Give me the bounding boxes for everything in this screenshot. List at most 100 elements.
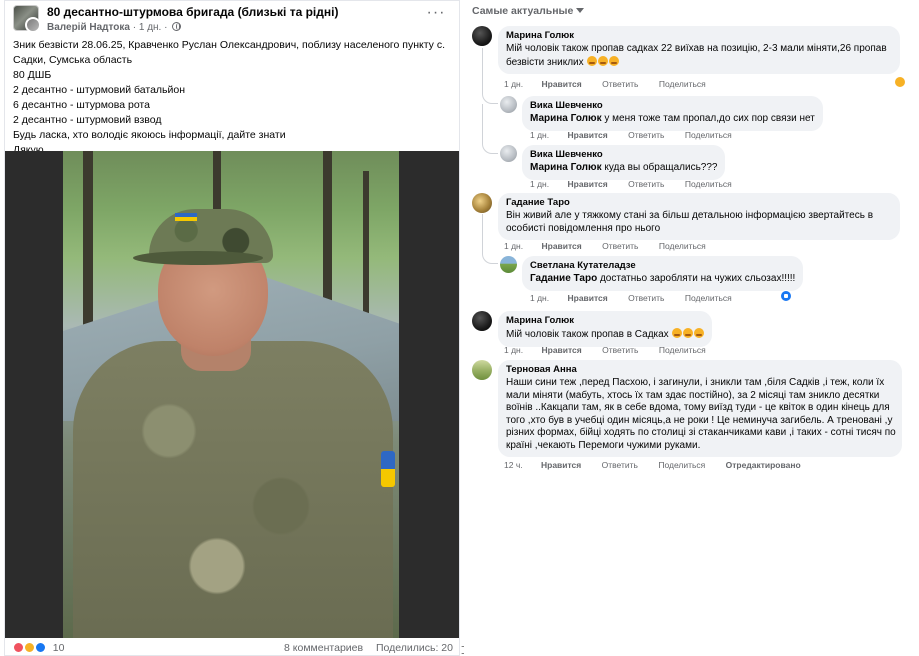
like-button[interactable]: Нравится [541,79,581,89]
share-button[interactable]: Поделиться [685,179,732,189]
comment-time[interactable]: 12 ч. [504,460,523,470]
share-button[interactable]: Поделиться [659,345,706,355]
share-button[interactable]: Поделиться [658,460,705,470]
like-button[interactable]: Нравится [567,130,607,140]
comment-bubble: Вика Шевченко Марина Голюк у меня тоже т… [522,96,823,131]
like-button[interactable]: Нравится [541,241,581,251]
comment-reply: Светлана Кутателадзе Гадание Таро достат… [500,256,900,306]
reply-connector [482,214,498,264]
reply-button[interactable]: Ответить [628,130,664,140]
avatar[interactable] [472,360,492,380]
haha-reaction-icon[interactable] [894,76,906,88]
like-button[interactable]: Нравится [567,293,607,303]
post-text: Зник безвісти 28.06.25, Кравченко Руслан… [13,38,453,158]
comment-time[interactable]: 1 дн. [504,241,523,251]
post-card: 80 десантно-штурмова бригада (близькі та… [4,0,460,656]
comment-text-line: країні ,чекають Перемоги чужими руками. [506,439,701,451]
avatar[interactable] [472,193,492,213]
like-reaction-icon [34,642,46,653]
mention-link[interactable]: Марина Голюк [530,113,602,124]
reactions-summary[interactable]: 10 [13,642,64,654]
comment-time[interactable]: 1 дн. [504,79,523,89]
crying-emoji-icon [683,328,694,338]
comment-author[interactable]: Гадание Таро [506,197,892,208]
comment: Гадание Таро Він живий але у тяжкому ста… [472,193,912,255]
share-button[interactable]: Поделиться [685,293,732,303]
comment-text-line: воїнів ..Какцапи там, як в себе вдома, т… [506,402,890,413]
comment-author[interactable]: Марина Голюк [506,315,704,326]
comment-author[interactable]: Вика Шевченко [530,100,815,111]
post-footer: 10 8 комментариев Поделились: 20 [5,639,459,656]
group-avatar[interactable] [13,5,41,33]
comment-actions: 1 дн. Нравится Ответить Поделиться [530,179,750,189]
reply-button[interactable]: Ответить [602,460,638,470]
reply-connector [482,48,498,104]
reply-button[interactable]: Ответить [628,293,664,303]
mention-link[interactable]: Марина Голюк [530,162,602,173]
avatar[interactable] [500,145,517,162]
shares-count-link[interactable]: Поделились: 20 [376,642,453,654]
comment-text-content: достатньо заробляти на чужих сльозах!!!!… [597,273,796,284]
post-photo[interactable] [5,151,459,638]
post-author-link[interactable]: Валерій Надтока [47,22,130,33]
comment-actions: 1 дн. Нравится Ответить Поделиться [530,130,750,140]
comments-count-link[interactable]: 8 комментариев [284,642,363,654]
comment-text: Марина Голюк куда вы обращались??? [530,162,717,175]
comment-time[interactable]: 1 дн. [504,345,523,355]
comment-bubble: Светлана Кутателадзе Гадание Таро достат… [522,256,804,291]
more-options-icon[interactable]: ··· [425,5,447,24]
meta-separator: · [164,22,168,33]
reaction-count: 10 [52,642,65,654]
comment-bubble: Терновая Анна Наши сини теж ,перед Пасхо… [498,360,902,457]
post-text-line: 2 десантно - штурмовий взвод [13,114,162,126]
like-button[interactable]: Нравится [541,460,581,470]
comment-actions: 1 дн. Нравится Ответить Поделиться [504,345,724,355]
reply-button[interactable]: Ответить [628,179,664,189]
comment-text: Наши сини теж ,перед Пасхою, і загинули,… [506,377,896,452]
comment-text: Гадание Таро достатньо заробляти на чужи… [530,273,795,286]
share-button[interactable]: Поделиться [659,241,706,251]
comments-panel: Самые актуальные Марина Голюк Мій чолові… [464,0,919,656]
comment: Марина Голюк Мій чоловік також пропав са… [472,26,912,92]
crying-emoji-icon [587,55,598,66]
comment: Терновая Анна Наши сини теж ,перед Пасхо… [472,360,912,475]
love-reaction-icon [13,642,24,653]
post-text-line: 6 десантно - штурмова рота [13,99,150,111]
comment-author[interactable]: Терновая Анна [506,364,894,375]
like-reaction-icon[interactable] [780,290,792,302]
crying-emoji-icon [609,55,620,66]
reply-button[interactable]: Ответить [602,345,638,355]
comment-time[interactable]: 1 дн. [530,179,549,189]
sleeve-patch [381,451,395,487]
comment-author[interactable]: Марина Голюк [506,30,892,41]
post-stats: 8 комментариев Поделились: 20 [274,642,453,654]
comment-time[interactable]: 1 дн. [530,293,549,303]
share-button[interactable]: Поделиться [685,130,732,140]
comment-text-line: Він живий але у тяжкому стані за більш д… [506,210,874,221]
avatar[interactable] [472,311,492,331]
flag-patch [175,213,197,221]
comment-text-line: особисті повідомлення про нього [506,222,661,234]
avatar[interactable] [500,256,517,273]
comment-text-content: куда вы обращались??? [601,162,718,173]
comment-bubble: Гадание Таро Він живий але у тяжкому ста… [498,193,900,240]
comment-reply: Вика Шевченко Марина Голюк у меня тоже т… [500,96,900,142]
comment-text-line: Мій чоловік також пропав садках 22 виїха… [506,43,887,54]
like-button[interactable]: Нравится [567,179,607,189]
comment-author[interactable]: Светлана Кутателадзе [530,260,795,271]
share-button[interactable]: Поделиться [659,79,706,89]
comment-sort-dropdown[interactable]: Самые актуальные [472,5,585,17]
care-reaction-icon [23,642,35,653]
post-time-link[interactable]: 1 дн. [139,22,161,33]
comment-author[interactable]: Вика Шевченко [530,149,717,160]
reply-button[interactable]: Ответить [602,241,638,251]
mention-link[interactable]: Гадание Таро [530,273,597,284]
comment-time[interactable]: 1 дн. [530,130,549,140]
like-button[interactable]: Нравится [541,345,581,355]
avatar[interactable] [500,96,517,113]
avatar[interactable] [472,26,492,46]
comment-text-line: різних формах, бійці ходять по столиці з… [506,427,896,438]
post-text-line: Зник безвісти 28.06.25, Кравченко Руслан… [13,39,445,51]
reply-button[interactable]: Ответить [602,79,638,89]
group-name-link[interactable]: 80 десантно-штурмова бригада (близькі та… [47,5,338,19]
